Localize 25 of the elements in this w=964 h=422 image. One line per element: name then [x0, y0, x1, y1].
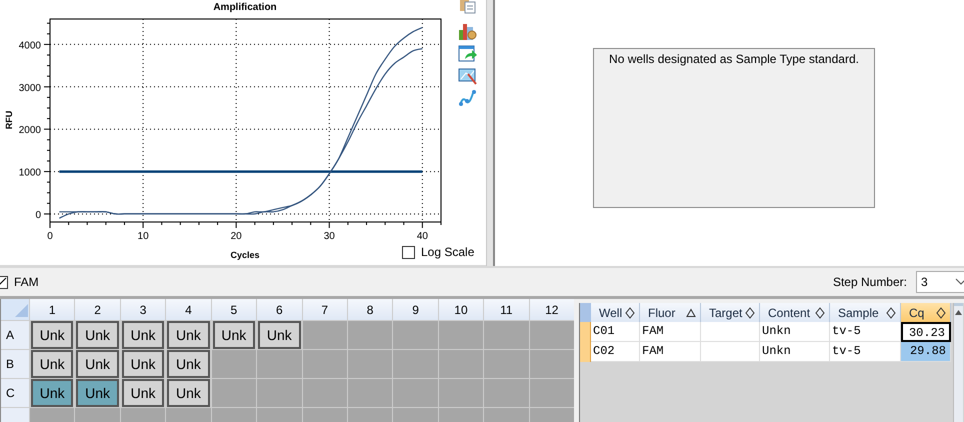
y-tick-label: 1000 [18, 168, 41, 179]
y-axis-title: RFU [4, 110, 14, 130]
y-tick-label: 0 [35, 210, 41, 221]
table-cell: FAM [640, 322, 701, 342]
step-number-label: Step Number: [832, 275, 907, 289]
y-tick-label: 4000 [18, 40, 41, 52]
chart-title: Amplification [213, 2, 277, 13]
table-cell: 29.88 [901, 342, 951, 362]
x-tick-label: 20 [230, 231, 242, 242]
table-cell: Unkn [760, 322, 830, 342]
x-tick-label: 30 [324, 231, 335, 242]
table-cell: FAM [640, 342, 701, 362]
table-cell: 30.23 [901, 322, 951, 342]
table-cell: C01 [591, 322, 640, 342]
x-tick-label: 10 [138, 231, 149, 242]
x-tick-label: 40 [416, 231, 428, 242]
table-cell: tv-5 [830, 322, 901, 342]
table-cell: Unkn [760, 342, 830, 362]
table-cell: C02 [591, 342, 640, 362]
x-axis-title: Cycles [230, 250, 260, 260]
y-tick-label: 3000 [18, 82, 41, 94]
x-tick-label: 0 [47, 231, 53, 242]
y-tick-label: 2000 [18, 125, 41, 136]
table-cell: tv-5 [830, 342, 901, 362]
empty-message: No wells designated as Sample Type standard. [609, 52, 859, 66]
